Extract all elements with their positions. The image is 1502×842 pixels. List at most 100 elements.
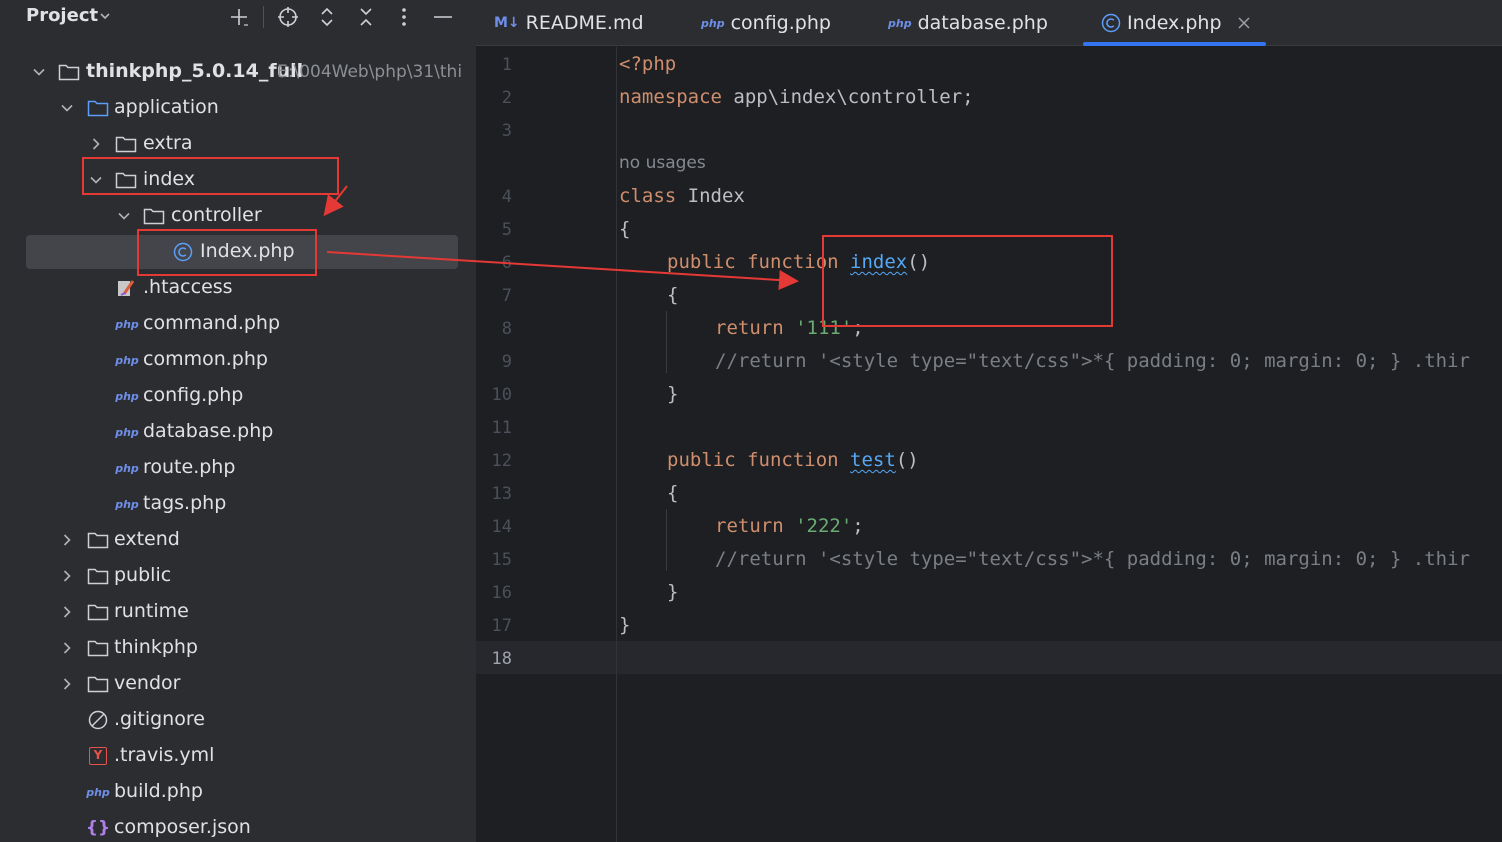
keyword: namespace (619, 86, 722, 108)
tree-item-index-php[interactable]: Index.php (0, 234, 476, 270)
string-literal: '111' (795, 317, 853, 339)
tree-item-build-php[interactable]: php build.php (0, 774, 476, 810)
tree-item-label: config.php (143, 384, 244, 406)
tree-item-label: runtime (114, 600, 189, 622)
tab-label: config.php (730, 12, 831, 34)
collapse-icon[interactable] (353, 4, 379, 30)
current-line-highlight (476, 641, 1502, 674)
tree-item-database-php[interactable]: php database.php (0, 414, 476, 450)
tree-item-label: .gitignore (114, 708, 205, 730)
php-file-icon: php (115, 425, 139, 439)
tree-item-label: build.php (114, 780, 203, 802)
namespace-path: app\index\controller; (721, 86, 974, 108)
close-icon[interactable] (1236, 15, 1252, 31)
function-name[interactable]: test (850, 449, 896, 471)
tree-item-command-php[interactable]: php command.php (0, 306, 476, 342)
minimize-icon[interactable] (430, 4, 456, 30)
class-icon (172, 242, 194, 262)
tree-item-vendor[interactable]: vendor (0, 666, 476, 702)
crosshair-icon[interactable] (275, 4, 301, 30)
folder-icon (143, 206, 165, 226)
gutter-separator (616, 47, 617, 842)
line-number: 8 (501, 319, 512, 339)
function-name[interactable]: index (850, 251, 907, 273)
tree-item-root[interactable]: thinkphp_5.0.14_full E:\004Web\php\31\th… (0, 54, 476, 90)
code-editor[interactable]: 1 2 3 4 5 6 7 8 9 10 11 12 13 14 15 16 1… (476, 47, 1502, 842)
tree-item-tags-php[interactable]: php tags.php (0, 486, 476, 522)
expand-icon[interactable] (314, 4, 340, 30)
tree-item-config-php[interactable]: php config.php (0, 378, 476, 414)
tree-item-index[interactable]: index (0, 162, 476, 198)
tab-label: Index.php (1127, 12, 1222, 34)
tree-item-controller[interactable]: controller (0, 198, 476, 234)
tree-item-label: composer.json (114, 816, 251, 838)
tree-item-extend[interactable]: extend (0, 522, 476, 558)
tab-index-php[interactable]: Index.php (1083, 0, 1266, 46)
tree-item-htaccess[interactable]: .htaccess (0, 270, 476, 306)
line-number: 14 (491, 517, 512, 537)
line-number: 10 (491, 385, 512, 405)
keyword: public function (667, 449, 839, 471)
tab-label: README.md (525, 12, 644, 34)
parens: () (895, 449, 919, 471)
chevron-down-icon[interactable] (60, 101, 74, 115)
tab-database-php[interactable]: php database.php (888, 0, 1048, 46)
line-number: 15 (491, 550, 512, 570)
keyword: public function (667, 251, 839, 273)
chevron-right-icon[interactable] (60, 677, 74, 691)
tree-item-label: controller (171, 204, 262, 226)
tree-item-gitignore[interactable]: .gitignore (0, 702, 476, 738)
php-file-icon: php (115, 353, 139, 367)
folder-icon (87, 638, 109, 658)
chevron-down-icon[interactable] (98, 9, 112, 23)
tree-item-extra[interactable]: extra (0, 126, 476, 162)
ignore-file-icon (87, 710, 109, 730)
chevron-right-icon[interactable] (60, 569, 74, 583)
chevron-down-icon[interactable] (89, 173, 103, 187)
chevron-right-icon[interactable] (60, 641, 74, 655)
line-number: 7 (501, 286, 512, 306)
php-file-icon: php (115, 317, 139, 331)
chevron-down-icon[interactable] (32, 65, 46, 79)
tree-item-route-php[interactable]: php route.php (0, 450, 476, 486)
code-line-14: return '222'; (715, 515, 864, 537)
tab-readme[interactable]: M↓ README.md (494, 0, 644, 46)
folder-icon (87, 566, 109, 586)
usage-hint[interactable]: no usages (619, 153, 706, 173)
code-line-7: { (667, 284, 679, 306)
code-line-9: //return '<style type="text/css">*{ padd… (715, 350, 1470, 372)
tree-item-application[interactable]: application (0, 90, 476, 126)
code-line-10: } (667, 383, 679, 405)
header-separator (263, 6, 264, 28)
semicolon: ; (852, 317, 864, 339)
line-number: 13 (491, 484, 512, 504)
tree-item-travis-yml[interactable]: Y .travis.yml (0, 738, 476, 774)
editor-tabs: M↓ README.md php config.php php database… (476, 0, 1502, 46)
code-line-1: <?php (619, 53, 676, 75)
tree-item-common-php[interactable]: php common.php (0, 342, 476, 378)
tree-item-label: public (114, 564, 172, 586)
tree-item-runtime[interactable]: runtime (0, 594, 476, 630)
code-line-8: return '111'; (715, 317, 864, 339)
class-name: Index (676, 185, 745, 207)
tree-item-label: route.php (143, 456, 236, 478)
tree-item-thinkphp[interactable]: thinkphp (0, 630, 476, 666)
chevron-down-icon[interactable] (117, 209, 131, 223)
tree-item-label: extend (114, 528, 180, 550)
class-icon (1101, 13, 1121, 33)
tab-config-php[interactable]: php config.php (701, 0, 831, 46)
tree-item-composer-json[interactable]: {} composer.json (0, 810, 476, 842)
line-number-current: 18 (491, 649, 512, 669)
chevron-right-icon[interactable] (60, 605, 74, 619)
chevron-right-icon[interactable] (60, 533, 74, 547)
parens: () (907, 251, 931, 273)
tree-item-public[interactable]: public (0, 558, 476, 594)
project-title[interactable]: Project (26, 5, 98, 26)
chevron-right-icon[interactable] (89, 137, 103, 151)
line-number: 2 (501, 88, 512, 108)
plus-icon[interactable] (226, 4, 252, 30)
php-open-tag: <?php (619, 53, 677, 75)
indent-guide (666, 509, 667, 571)
code-line-2: namespace app\index\controller; (619, 86, 974, 108)
more-icon[interactable] (391, 4, 417, 30)
